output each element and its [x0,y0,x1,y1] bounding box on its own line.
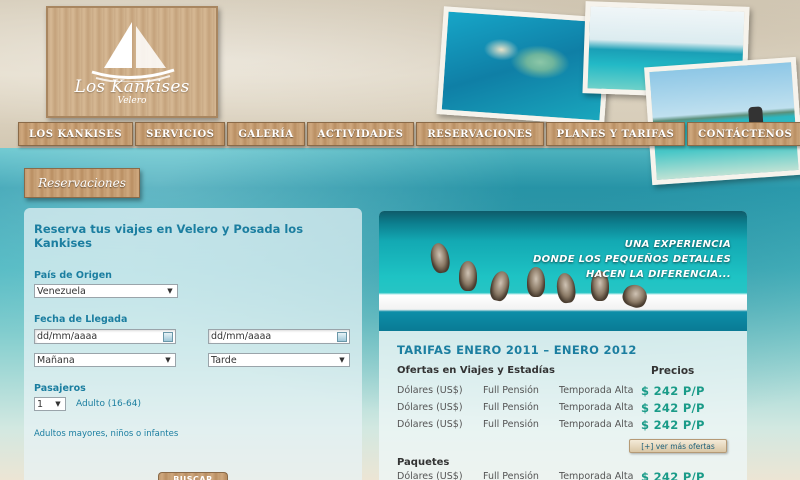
chevron-down-icon: ▼ [167,287,173,295]
offers-heading: Ofertas en Viajes y Estadías [397,365,555,376]
booking-title: Reserva tus viajes en Velero y Posada lo… [34,222,304,250]
arrival-date-row: dd/mm/aaaa dd/mm/aaaa [34,329,352,344]
passengers-row: 1 ▼ Adulto (16-64) [34,397,352,411]
prices-heading: Precios [651,365,695,377]
arrival-date-from-input[interactable]: dd/mm/aaaa [34,329,176,344]
rate-season: Temporada Alta [559,385,634,396]
pelican-image [619,281,651,311]
package-currency: Dólares (US$) [397,471,463,480]
more-offers-button[interactable]: [+] ver más ofertas [629,439,727,453]
passengers-select[interactable]: 1 ▼ [34,397,66,411]
time-to-select[interactable]: Tarde ▼ [208,353,350,367]
package-season: Temporada Alta [559,471,634,480]
nav-item-galeria[interactable]: GALERÍA [227,122,305,146]
time-from-value: Mañana [37,354,75,366]
rates-panel: UNA EXPERIENCIA DONDE LOS PEQUEÑOS DETAL… [379,211,747,480]
promo-banner: UNA EXPERIENCIA DONDE LOS PEQUEÑOS DETAL… [379,211,747,331]
nav-item-planes-tarifas[interactable]: PLANES Y TARIFAS [545,122,686,146]
rate-plan: Full Pensión [483,419,539,430]
rate-price: $ 242 P/P [641,401,705,415]
nav-item-reservaciones[interactable]: RESERVACIONES [416,122,544,146]
pelican-image [459,261,477,291]
reservaciones-header-button[interactable]: Reservaciones [24,168,140,198]
arrival-label: Fecha de Llegada [34,314,128,325]
arrival-date-from-placeholder: dd/mm/aaaa [37,331,98,342]
rate-plan: Full Pensión [483,385,539,396]
rate-season: Temporada Alta [559,402,634,413]
pelican-image [428,241,452,275]
calendar-icon[interactable] [337,331,347,342]
logo[interactable]: Los Kankises Velero [46,6,218,118]
chevron-down-icon: ▼ [339,356,345,364]
rates-title: TARIFAS ENERO 2011 – ENERO 2012 [397,343,637,357]
main-nav: LOS KANKISES SERVICIOS GALERÍA ACTIVIDAD… [0,120,800,148]
chevron-down-icon: ▼ [55,400,61,408]
rate-currency: Dólares (US$) [397,385,463,396]
logo-subtitle: Velero [117,96,147,106]
packages-heading: Paquetes [397,457,450,468]
banner-slogan: UNA EXPERIENCIA DONDE LOS PEQUEÑOS DETAL… [533,237,731,282]
sailboat-icon [91,22,175,82]
origin-label: País de Origen [34,270,112,281]
banner-line-1: UNA EXPERIENCIA [624,239,731,250]
booking-panel: Reserva tus viajes en Velero y Posada lo… [24,208,362,480]
extra-passengers-link[interactable]: Adultos mayores, niños o infantes [34,429,352,439]
rate-row: Dólares (US$) Full Pensión Temporada Alt… [397,384,737,401]
photo-kitesurf [644,56,800,186]
package-row: Dólares (US$) Full Pensión Temporada Alt… [397,470,737,480]
rate-currency: Dólares (US$) [397,402,463,413]
nav-item-actividades[interactable]: ACTIVIDADES [306,122,415,146]
passengers-value: 1 [37,398,44,410]
nav-item-contactenos[interactable]: CONTÁCTENOS [687,122,800,146]
rate-currency: Dólares (US$) [397,419,463,430]
package-price: $ 242 P/P [641,470,705,480]
chevron-down-icon: ▼ [165,356,171,364]
search-button[interactable]: BUSCAR [158,472,228,480]
package-plan: Full Pensión [483,471,539,480]
pelican-image [488,269,512,303]
rate-plan: Full Pensión [483,402,539,413]
time-from-select[interactable]: Mañana ▼ [34,353,176,367]
nav-item-los-kankises[interactable]: LOS KANKISES [18,122,134,146]
banner-line-3: HACEN LA DIFERENCIA... [586,269,731,280]
rate-price: $ 242 P/P [641,384,705,398]
passengers-label: Pasajeros [34,383,86,394]
time-row: Mañana ▼ Tarde ▼ [34,353,352,367]
rate-season: Temporada Alta [559,419,634,430]
calendar-icon[interactable] [163,331,173,342]
origin-select-value: Venezuela [37,285,86,297]
passengers-type: Adulto (16-64) [76,399,141,409]
time-to-value: Tarde [211,354,237,366]
nav-item-servicios[interactable]: SERVICIOS [135,122,226,146]
origin-select[interactable]: Venezuela ▼ [34,284,178,298]
rate-row: Dólares (US$) Full Pensión Temporada Alt… [397,401,737,418]
rate-price: $ 242 P/P [641,418,705,432]
arrival-date-to-placeholder: dd/mm/aaaa [211,331,272,342]
rate-row: Dólares (US$) Full Pensión Temporada Alt… [397,418,737,435]
banner-line-2: DONDE LOS PEQUEÑOS DETALLES [533,254,731,265]
arrival-date-to-input[interactable]: dd/mm/aaaa [208,329,350,344]
